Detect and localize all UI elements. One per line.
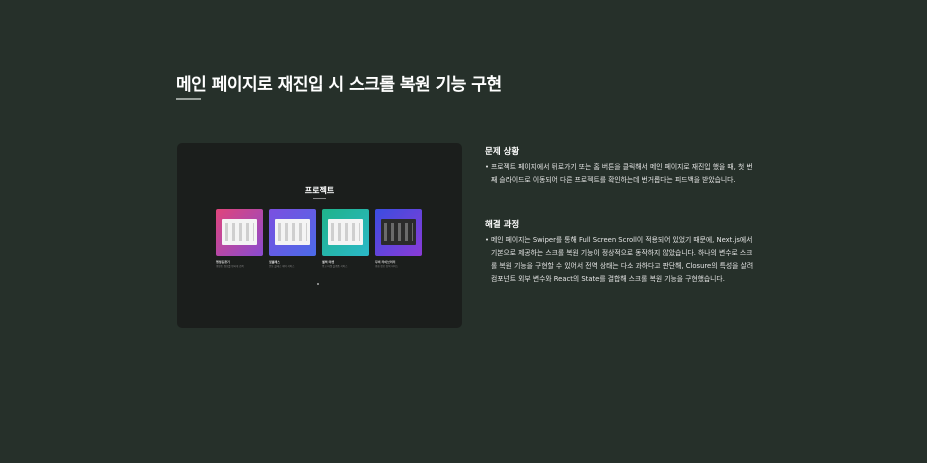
pagination-dot: [317, 283, 319, 285]
title-underline: [176, 98, 201, 100]
project-card-name: 행정동찾기: [216, 260, 230, 264]
project-card-desc: 중고 마켓 플랫폼 서비스: [322, 265, 348, 268]
solution-description: 메인 페이지는 Swiper를 통해 Full Screen Scroll이 적…: [485, 234, 755, 286]
thumbnail-content: [278, 223, 307, 241]
project-preview-image: 프로젝트 행정동찾기 행정동 정보를 편하게 검색 핏클래스 운동 클래스 예약…: [177, 143, 462, 328]
project-thumbnail: [375, 209, 422, 256]
solution-heading: 해결 과정: [485, 220, 520, 230]
project-thumbnail: [322, 209, 369, 256]
project-card: 핏클래스 운동 클래스 예약 서비스: [269, 209, 316, 268]
preview-title: 프로젝트: [304, 186, 335, 195]
project-card-desc: 영화 정보 검색 서비스: [375, 265, 399, 268]
problem-description: 프로젝트 페이지에서 뒤로가기 또는 홈 버튼을 클릭해서 메인 페이지로 재진…: [485, 161, 755, 187]
page-title: 메인 페이지로 재진입 시 스크롤 복원 기능 구현: [176, 75, 502, 95]
project-card-list: 행정동찾기 행정동 정보를 편하게 검색 핏클래스 운동 클래스 예약 서비스 …: [216, 209, 422, 268]
thumbnail-content: [331, 223, 360, 241]
project-thumbnail: [269, 209, 316, 256]
project-card-desc: 행정동 정보를 편하게 검색: [216, 265, 244, 268]
project-card-desc: 운동 클래스 예약 서비스: [269, 265, 295, 268]
thumbnail-content: [225, 223, 254, 241]
project-card-name: 셀렉 마켓: [322, 260, 335, 264]
preview-title-underline: [313, 198, 326, 199]
project-card: 셀렉 마켓 중고 마켓 플랫폼 서비스: [322, 209, 369, 268]
project-thumbnail: [216, 209, 263, 256]
problem-heading: 문제 상황: [485, 147, 520, 157]
thumbnail-content: [384, 223, 413, 241]
project-card: 무비 라이브러리 영화 정보 검색 서비스: [375, 209, 422, 268]
project-card-name: 핏클래스: [269, 260, 281, 264]
project-card-name: 무비 라이브러리: [375, 260, 396, 264]
project-card: 행정동찾기 행정동 정보를 편하게 검색: [216, 209, 263, 268]
